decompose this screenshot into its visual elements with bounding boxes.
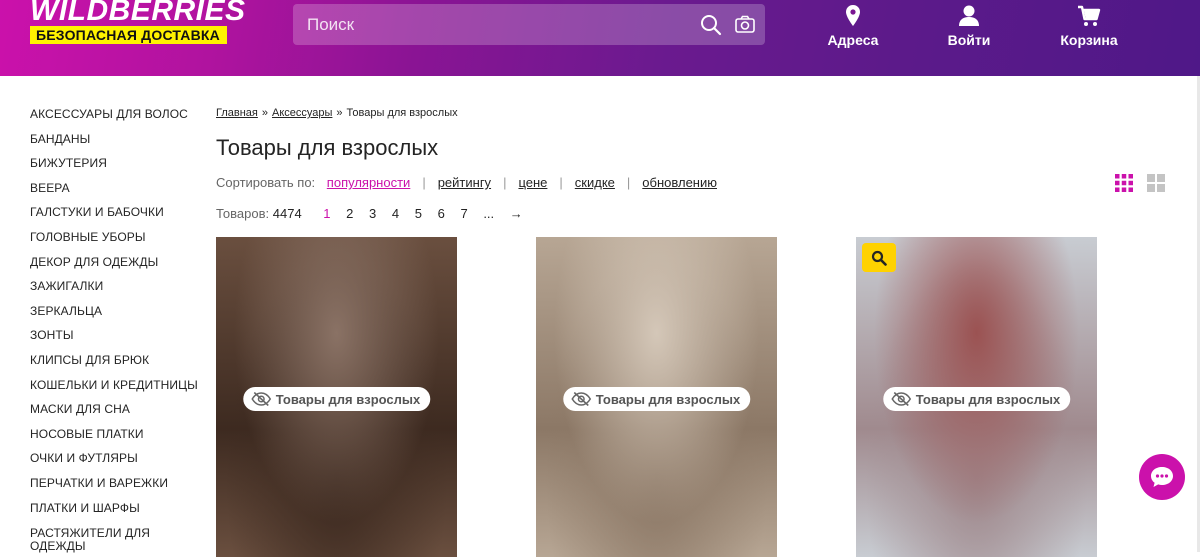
sidebar-item[interactable]: ОЧКИ И ФУТЛЯРЫ (30, 448, 200, 473)
page-link[interactable]: 2 (346, 206, 353, 221)
breadcrumb-current: Товары для взрослых (346, 107, 458, 119)
page-link[interactable]: 4 (392, 206, 399, 221)
sidebar-item[interactable]: МАСКИ ДЛЯ СНА (30, 399, 200, 424)
sidebar-item[interactable]: ДЕКОР ДЛЯ ОДЕЖДЫ (30, 252, 200, 277)
page-title: Товары для взрослых (216, 135, 439, 160)
breadcrumb: Главная» Аксессуары» Товары для взрослых (216, 107, 458, 119)
sort-option-price[interactable]: цене (518, 175, 547, 190)
breadcrumb-section[interactable]: Аксессуары (272, 107, 332, 119)
nav-addresses-label: Адреса (827, 32, 879, 48)
sidebar-item[interactable]: НОСОВЫЕ ПЛАТКИ (30, 424, 200, 449)
sidebar-item[interactable]: ГОЛОВНЫЕ УБОРЫ (30, 227, 200, 252)
sidebar-item[interactable]: ЗОНТЫ (30, 325, 200, 350)
page-link[interactable]: 1 (323, 206, 330, 221)
grid-large-view-icon[interactable] (1147, 174, 1165, 192)
page-link[interactable]: 3 (369, 206, 376, 221)
sidebar-item[interactable]: БИЖУТЕРИЯ (30, 153, 200, 178)
product-card[interactable]: Товары для взрослых (216, 237, 457, 557)
page-link[interactable]: 7 (460, 206, 467, 221)
grid-small-view-icon[interactable] (1115, 174, 1133, 192)
adult-content-badge[interactable]: Товары для взрослых (882, 387, 1071, 411)
product-count-label: Товаров: (216, 206, 270, 221)
sidebar-item[interactable]: АКСЕССУАРЫ ДЛЯ ВОЛОС (30, 104, 200, 129)
sort-option-discount[interactable]: скидке (575, 175, 615, 190)
nav-addresses[interactable]: Адреса (826, 4, 880, 48)
breadcrumb-separator: » (336, 107, 343, 119)
sidebar-item[interactable]: БАНДАНЫ (30, 129, 200, 154)
sort-divider: | (559, 175, 563, 190)
adult-content-badge[interactable]: Товары для взрослых (242, 387, 431, 411)
magnifier-icon (871, 250, 887, 266)
quick-view-button[interactable] (862, 243, 896, 272)
sort-divider: | (626, 175, 631, 190)
breadcrumb-home[interactable]: Главная (216, 107, 258, 119)
sidebar-item[interactable]: ЗЕРКАЛЬЦА (30, 301, 200, 326)
adult-badge-label: Товары для взрослых (275, 391, 421, 407)
page-link[interactable]: 6 (438, 206, 445, 221)
sort-bar: Сортировать по: популярности | рейтингу | це… (216, 175, 717, 190)
eye-hidden-icon (570, 392, 591, 406)
camera-icon[interactable] (735, 15, 755, 33)
nav-cart-label: Корзина (1060, 32, 1118, 48)
sort-option-popularity[interactable]: популярности (327, 175, 411, 190)
logo[interactable]: WILDBERRIES БЕЗОПАСНАЯ ДОСТАВКА (30, 0, 246, 44)
eye-hidden-icon (250, 392, 271, 406)
chat-bubble-icon (1151, 467, 1173, 487)
sort-label: Сортировать по: (216, 175, 316, 190)
product-card[interactable]: Товары для взрослых (856, 237, 1097, 557)
category-sidebar: АКСЕССУАРЫ ДЛЯ ВОЛОС БАНДАНЫ БИЖУТЕРИЯ В… (30, 104, 200, 556)
site-header: WILDBERRIES БЕЗОПАСНАЯ ДОСТАВКА Адреса В… (0, 0, 1200, 76)
listing-count-row: Товаров: 4474 1 2 3 4 5 6 7 ... → (216, 206, 535, 221)
search-bar (293, 4, 765, 45)
cart-icon (1078, 5, 1101, 26)
sort-divider: | (422, 175, 426, 190)
sidebar-item[interactable]: ВЕЕРА (30, 178, 200, 203)
search-icon[interactable] (700, 14, 722, 36)
product-card[interactable]: Товары для взрослых (536, 237, 777, 557)
sort-option-rating[interactable]: рейтингу (438, 175, 491, 190)
next-page-arrow-icon[interactable]: → (510, 206, 523, 221)
sidebar-item[interactable]: РАСТЯЖИТЕЛИ ДЛЯ ОДЕЖДЫ (30, 522, 200, 556)
page-link[interactable]: 5 (415, 206, 422, 221)
sidebar-item[interactable]: ПЕРЧАТКИ И ВАРЕЖКИ (30, 473, 200, 498)
eye-hidden-icon (890, 392, 911, 406)
breadcrumb-separator: » (261, 107, 268, 119)
adult-badge-label: Товары для взрослых (915, 391, 1061, 407)
chat-button[interactable] (1139, 454, 1185, 500)
logo-wordmark: WILDBERRIES (30, 0, 246, 27)
pagination: 1 2 3 4 5 6 7 ... → (323, 206, 534, 221)
sidebar-item[interactable]: ПЛАТКИ И ШАРФЫ (30, 498, 200, 523)
logo-tagline: БЕЗОПАСНАЯ ДОСТАВКА (30, 26, 227, 44)
nav-cart[interactable]: Корзина (1060, 4, 1118, 48)
user-icon (959, 5, 979, 26)
adult-badge-label: Товары для взрослых (595, 391, 741, 407)
nav-login[interactable]: Войти (946, 4, 992, 48)
sort-divider: | (503, 175, 507, 190)
search-input[interactable] (293, 4, 683, 45)
sidebar-item[interactable]: КОШЕЛЬКИ И КРЕДИТНИЦЫ (30, 375, 200, 400)
page-ellipsis: ... (483, 206, 495, 221)
location-pin-icon (846, 5, 860, 26)
sidebar-item[interactable]: ГАЛСТУКИ И БАБОЧКИ (30, 202, 200, 227)
nav-login-label: Войти (947, 32, 991, 48)
product-count-value: 4474 (272, 206, 302, 221)
adult-content-badge[interactable]: Товары для взрослых (562, 387, 751, 411)
sidebar-item[interactable]: ЗАЖИГАЛКИ (30, 276, 200, 301)
sort-option-updated[interactable]: обновлению (642, 175, 717, 190)
sidebar-item[interactable]: КЛИПСЫ ДЛЯ БРЮК (30, 350, 200, 375)
